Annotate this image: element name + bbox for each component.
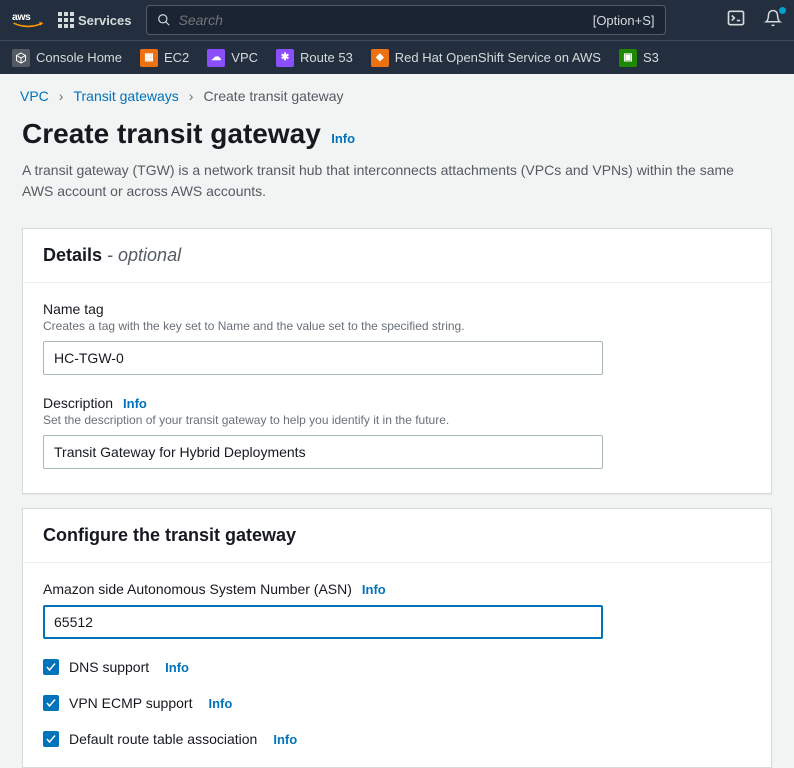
default-assoc-label: Default route table association — [69, 731, 257, 747]
route53-icon: ✱ — [276, 49, 294, 67]
svg-text:aws: aws — [12, 12, 31, 23]
name-tag-label: Name tag — [43, 301, 751, 317]
configure-heading: Configure the transit gateway — [43, 525, 296, 545]
configure-panel-header: Configure the transit gateway — [23, 509, 771, 563]
vpn-ecmp-row: VPN ECMP support Info — [43, 695, 751, 711]
page-title: Create transit gateway — [22, 118, 321, 149]
s3-icon: ▣ — [619, 49, 637, 67]
shortcut-label: VPC — [231, 50, 258, 65]
shortcut-openshift[interactable]: ◆ Red Hat OpenShift Service on AWS — [371, 49, 601, 67]
shortcut-label: Red Hat OpenShift Service on AWS — [395, 50, 601, 65]
asn-label: Amazon side Autonomous System Number (AS… — [43, 581, 352, 597]
breadcrumb: VPC › Transit gateways › Create transit … — [0, 74, 794, 114]
details-heading-suffix: - optional — [102, 245, 181, 265]
ec2-icon: ▦ — [140, 49, 158, 67]
shortcut-route53[interactable]: ✱ Route 53 — [276, 49, 353, 67]
shortcut-vpc[interactable]: ☁ VPC — [207, 49, 258, 67]
name-tag-input[interactable] — [43, 341, 603, 375]
name-tag-help: Creates a tag with the key set to Name a… — [43, 319, 751, 333]
vpn-ecmp-info-link[interactable]: Info — [208, 696, 232, 711]
page-info-link[interactable]: Info — [331, 131, 355, 146]
check-icon — [45, 697, 57, 709]
dns-support-label: DNS support — [69, 659, 149, 675]
vpn-ecmp-label: VPN ECMP support — [69, 695, 192, 711]
chevron-right-icon: › — [189, 88, 194, 104]
breadcrumb-transit-gateways[interactable]: Transit gateways — [73, 88, 178, 104]
dns-support-checkbox[interactable] — [43, 659, 59, 675]
notification-dot — [779, 7, 786, 14]
default-assoc-checkbox[interactable] — [43, 731, 59, 747]
dns-support-row: DNS support Info — [43, 659, 751, 675]
breadcrumb-vpc[interactable]: VPC — [20, 88, 49, 104]
services-label: Services — [78, 13, 132, 28]
configure-panel: Configure the transit gateway Amazon sid… — [22, 508, 772, 768]
grid-icon — [58, 12, 74, 28]
dns-support-info-link[interactable]: Info — [165, 660, 189, 675]
aws-logo[interactable]: aws — [12, 10, 44, 30]
vpc-icon: ☁ — [207, 49, 225, 67]
shortcut-label: S3 — [643, 50, 659, 65]
page-header: Create transit gateway Info A transit ga… — [0, 114, 794, 214]
global-search[interactable]: [Option+S] — [146, 5, 666, 35]
terminal-icon — [726, 8, 746, 28]
description-field: Description Info Set the description of … — [43, 395, 751, 469]
shortcut-label: EC2 — [164, 50, 189, 65]
description-input[interactable] — [43, 435, 603, 469]
details-panel-header: Details - optional — [23, 229, 771, 283]
cloudshell-button[interactable] — [726, 8, 746, 33]
description-help: Set the description of your transit gate… — [43, 413, 751, 427]
page-description: A transit gateway (TGW) is a network tra… — [22, 160, 762, 202]
description-info-link[interactable]: Info — [123, 396, 147, 411]
default-assoc-row: Default route table association Info — [43, 731, 751, 747]
shortcut-ec2[interactable]: ▦ EC2 — [140, 49, 189, 67]
asn-field: Amazon side Autonomous System Number (AS… — [43, 581, 751, 639]
vpn-ecmp-checkbox[interactable] — [43, 695, 59, 711]
asn-info-link[interactable]: Info — [362, 582, 386, 597]
description-label: Description — [43, 395, 113, 411]
shortcut-console-home[interactable]: Console Home — [12, 49, 122, 67]
check-icon — [45, 733, 57, 745]
breadcrumb-current: Create transit gateway — [203, 88, 343, 104]
service-shortcut-bar: Console Home ▦ EC2 ☁ VPC ✱ Route 53 ◆ Re… — [0, 40, 794, 74]
global-nav: aws Services [Option+S] — [0, 0, 794, 40]
shortcut-s3[interactable]: ▣ S3 — [619, 49, 659, 67]
search-input[interactable] — [179, 12, 585, 28]
services-menu[interactable]: Services — [58, 12, 132, 28]
search-shortcut: [Option+S] — [593, 13, 655, 28]
chevron-right-icon: › — [59, 88, 64, 104]
notifications-button[interactable] — [764, 9, 782, 32]
cube-icon — [12, 49, 30, 67]
asn-input[interactable] — [43, 605, 603, 639]
name-tag-field: Name tag Creates a tag with the key set … — [43, 301, 751, 375]
details-panel: Details - optional Name tag Creates a ta… — [22, 228, 772, 494]
search-icon — [157, 13, 171, 27]
shortcut-label: Console Home — [36, 50, 122, 65]
openshift-icon: ◆ — [371, 49, 389, 67]
details-heading: Details — [43, 245, 102, 265]
check-icon — [45, 661, 57, 673]
shortcut-label: Route 53 — [300, 50, 353, 65]
default-assoc-info-link[interactable]: Info — [273, 732, 297, 747]
